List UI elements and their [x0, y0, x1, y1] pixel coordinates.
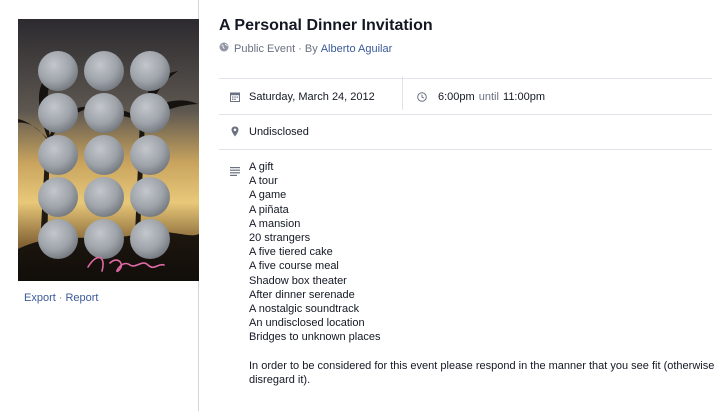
export-link[interactable]: Export — [24, 292, 56, 304]
globe-icon — [219, 42, 229, 55]
event-location: Undisclosed — [249, 126, 309, 138]
datetime-separator — [402, 76, 403, 110]
event-cover-photo[interactable] — [18, 19, 199, 281]
description-line: A five tiered cake — [249, 246, 333, 259]
report-link[interactable]: Report — [65, 292, 98, 304]
calendar-icon — [230, 92, 240, 105]
event-subline: Public Event · By Alberto Aguilar — [219, 42, 392, 55]
description-line: A piñata — [249, 203, 289, 216]
end-time: 11:00pm — [503, 91, 546, 103]
event-time: 6:00pm until 11:00pm — [438, 91, 545, 103]
description-line: A mansion — [249, 217, 301, 230]
event-title: A Personal Dinner Invitation — [219, 17, 433, 34]
description-line: Shadow box theater — [249, 274, 347, 287]
event-date[interactable]: Saturday, March 24, 2012 — [249, 91, 375, 103]
cover-photo-art — [18, 19, 199, 281]
description-line: An undisclosed location — [249, 317, 365, 330]
description-line: Bridges to unknown places — [249, 331, 381, 344]
divider — [219, 149, 712, 150]
map-pin-icon — [231, 126, 239, 140]
description-line: After dinner serenade — [249, 288, 355, 301]
by-prefix: · By — [298, 42, 318, 55]
description-line: A five course meal — [249, 260, 339, 273]
description-line: A game — [249, 189, 287, 202]
left-column: Export · Report — [0, 0, 199, 411]
clock-icon — [417, 92, 427, 105]
divider — [219, 114, 712, 115]
description-line: A gift — [249, 161, 274, 173]
left-links: Export · Report — [24, 292, 99, 304]
description-line: 20 strangers — [249, 232, 311, 245]
start-time: 6:00pm — [438, 91, 475, 103]
description-line: A tour — [249, 175, 278, 188]
description-paragraph: In order to be considered for this event… — [249, 359, 715, 386]
divider — [219, 78, 712, 79]
text-lines-icon — [230, 163, 240, 181]
description-line: A nostalgic soundtrack — [249, 303, 360, 316]
description-list: A gift A tour A game A piñata A mansion … — [249, 160, 719, 345]
until-word: until — [478, 91, 499, 103]
host-link[interactable]: Alberto Aguilar — [321, 43, 393, 55]
privacy-label: Public Event — [234, 42, 296, 55]
event-description: A gift A tour A game A piñata A mansion … — [249, 160, 719, 387]
